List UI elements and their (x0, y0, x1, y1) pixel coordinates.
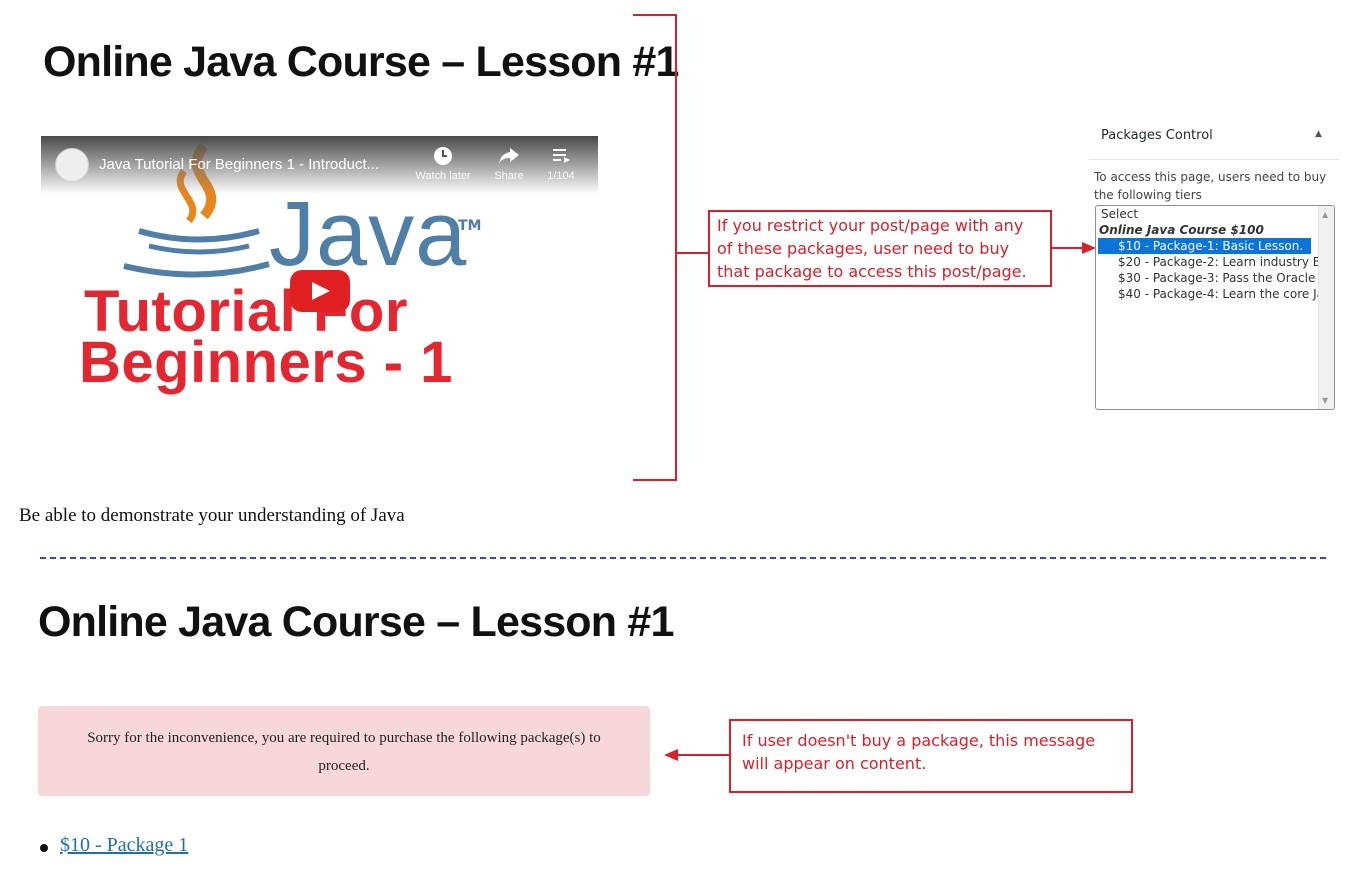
play-button[interactable] (290, 270, 350, 312)
package-option-3[interactable]: $30 - Package-3: Pass the Oracle J (1096, 270, 1323, 286)
playlist-button[interactable]: 1/104 (529, 146, 593, 182)
thumbnail-line-2: Beginners - 1 (79, 330, 453, 395)
package-option-2[interactable]: $20 - Package-2: Learn industry Be (1096, 254, 1328, 270)
annotation-restrict-callout: If you restrict your post/page with any … (708, 210, 1052, 287)
package-link[interactable]: $10 - Package 1 (60, 834, 188, 857)
lesson-title: Online Java Course – Lesson #1 (43, 38, 679, 86)
collapse-toggle-icon[interactable]: ▲ (1315, 129, 1322, 139)
arrow-left-icon (664, 749, 730, 761)
package-option-1[interactable]: $10 - Package-1: Basic Lesson. (1098, 238, 1311, 254)
playlist-icon (553, 149, 570, 163)
lesson-description: Be able to demonstrate your understandin… (19, 505, 405, 526)
restriction-message: Sorry for the inconvenience, you are req… (87, 730, 601, 774)
annotation-bracket-connector (676, 252, 708, 254)
video-title[interactable]: Java Tutorial For Beginners 1 - Introduc… (99, 156, 379, 173)
clock-icon (434, 147, 452, 165)
panel-divider (1089, 159, 1339, 160)
package-option-4[interactable]: $40 - Package-4: Learn the core Ja (1096, 286, 1324, 302)
video-embed[interactable]: Java TM Tutorial For Beginners - 1 Java … (41, 136, 598, 399)
video-top-bar: Java Tutorial For Beginners 1 - Introduc… (41, 136, 598, 194)
arrow-right-icon (1050, 242, 1096, 254)
watch-later-label: Watch later (415, 170, 471, 182)
java-wordmark: Java (269, 183, 468, 285)
share-icon (499, 148, 519, 164)
scroll-up-icon[interactable]: ▲ (1322, 210, 1328, 219)
packages-multiselect[interactable]: Select Online Java Course $100 $10 - Pac… (1095, 205, 1335, 410)
channel-avatar[interactable] (55, 148, 89, 182)
scroll-down-icon[interactable]: ▼ (1322, 396, 1328, 405)
play-icon (312, 282, 330, 300)
playlist-count: 1/104 (547, 170, 575, 182)
watch-later-button[interactable]: Watch later (411, 146, 475, 182)
select-scrollbar[interactable]: ▲ ▼ (1318, 206, 1334, 409)
packages-control-description: To access this page, users need to buy t… (1094, 170, 1327, 202)
restriction-notice: Sorry for the inconvenience, you are req… (38, 706, 650, 796)
section-divider (40, 557, 1326, 559)
annotation-bracket (633, 14, 677, 481)
lesson-title-restricted: Online Java Course – Lesson #1 (38, 598, 674, 646)
bullet-icon (40, 844, 48, 852)
select-placeholder-option[interactable]: Select (1096, 206, 1334, 222)
annotation-message-callout: If user doesn't buy a package, this mess… (729, 719, 1133, 793)
java-trademark: TM (458, 218, 482, 234)
package-group-label: Online Java Course $100 (1099, 223, 1264, 237)
packages-control-title: Packages Control (1101, 128, 1213, 143)
